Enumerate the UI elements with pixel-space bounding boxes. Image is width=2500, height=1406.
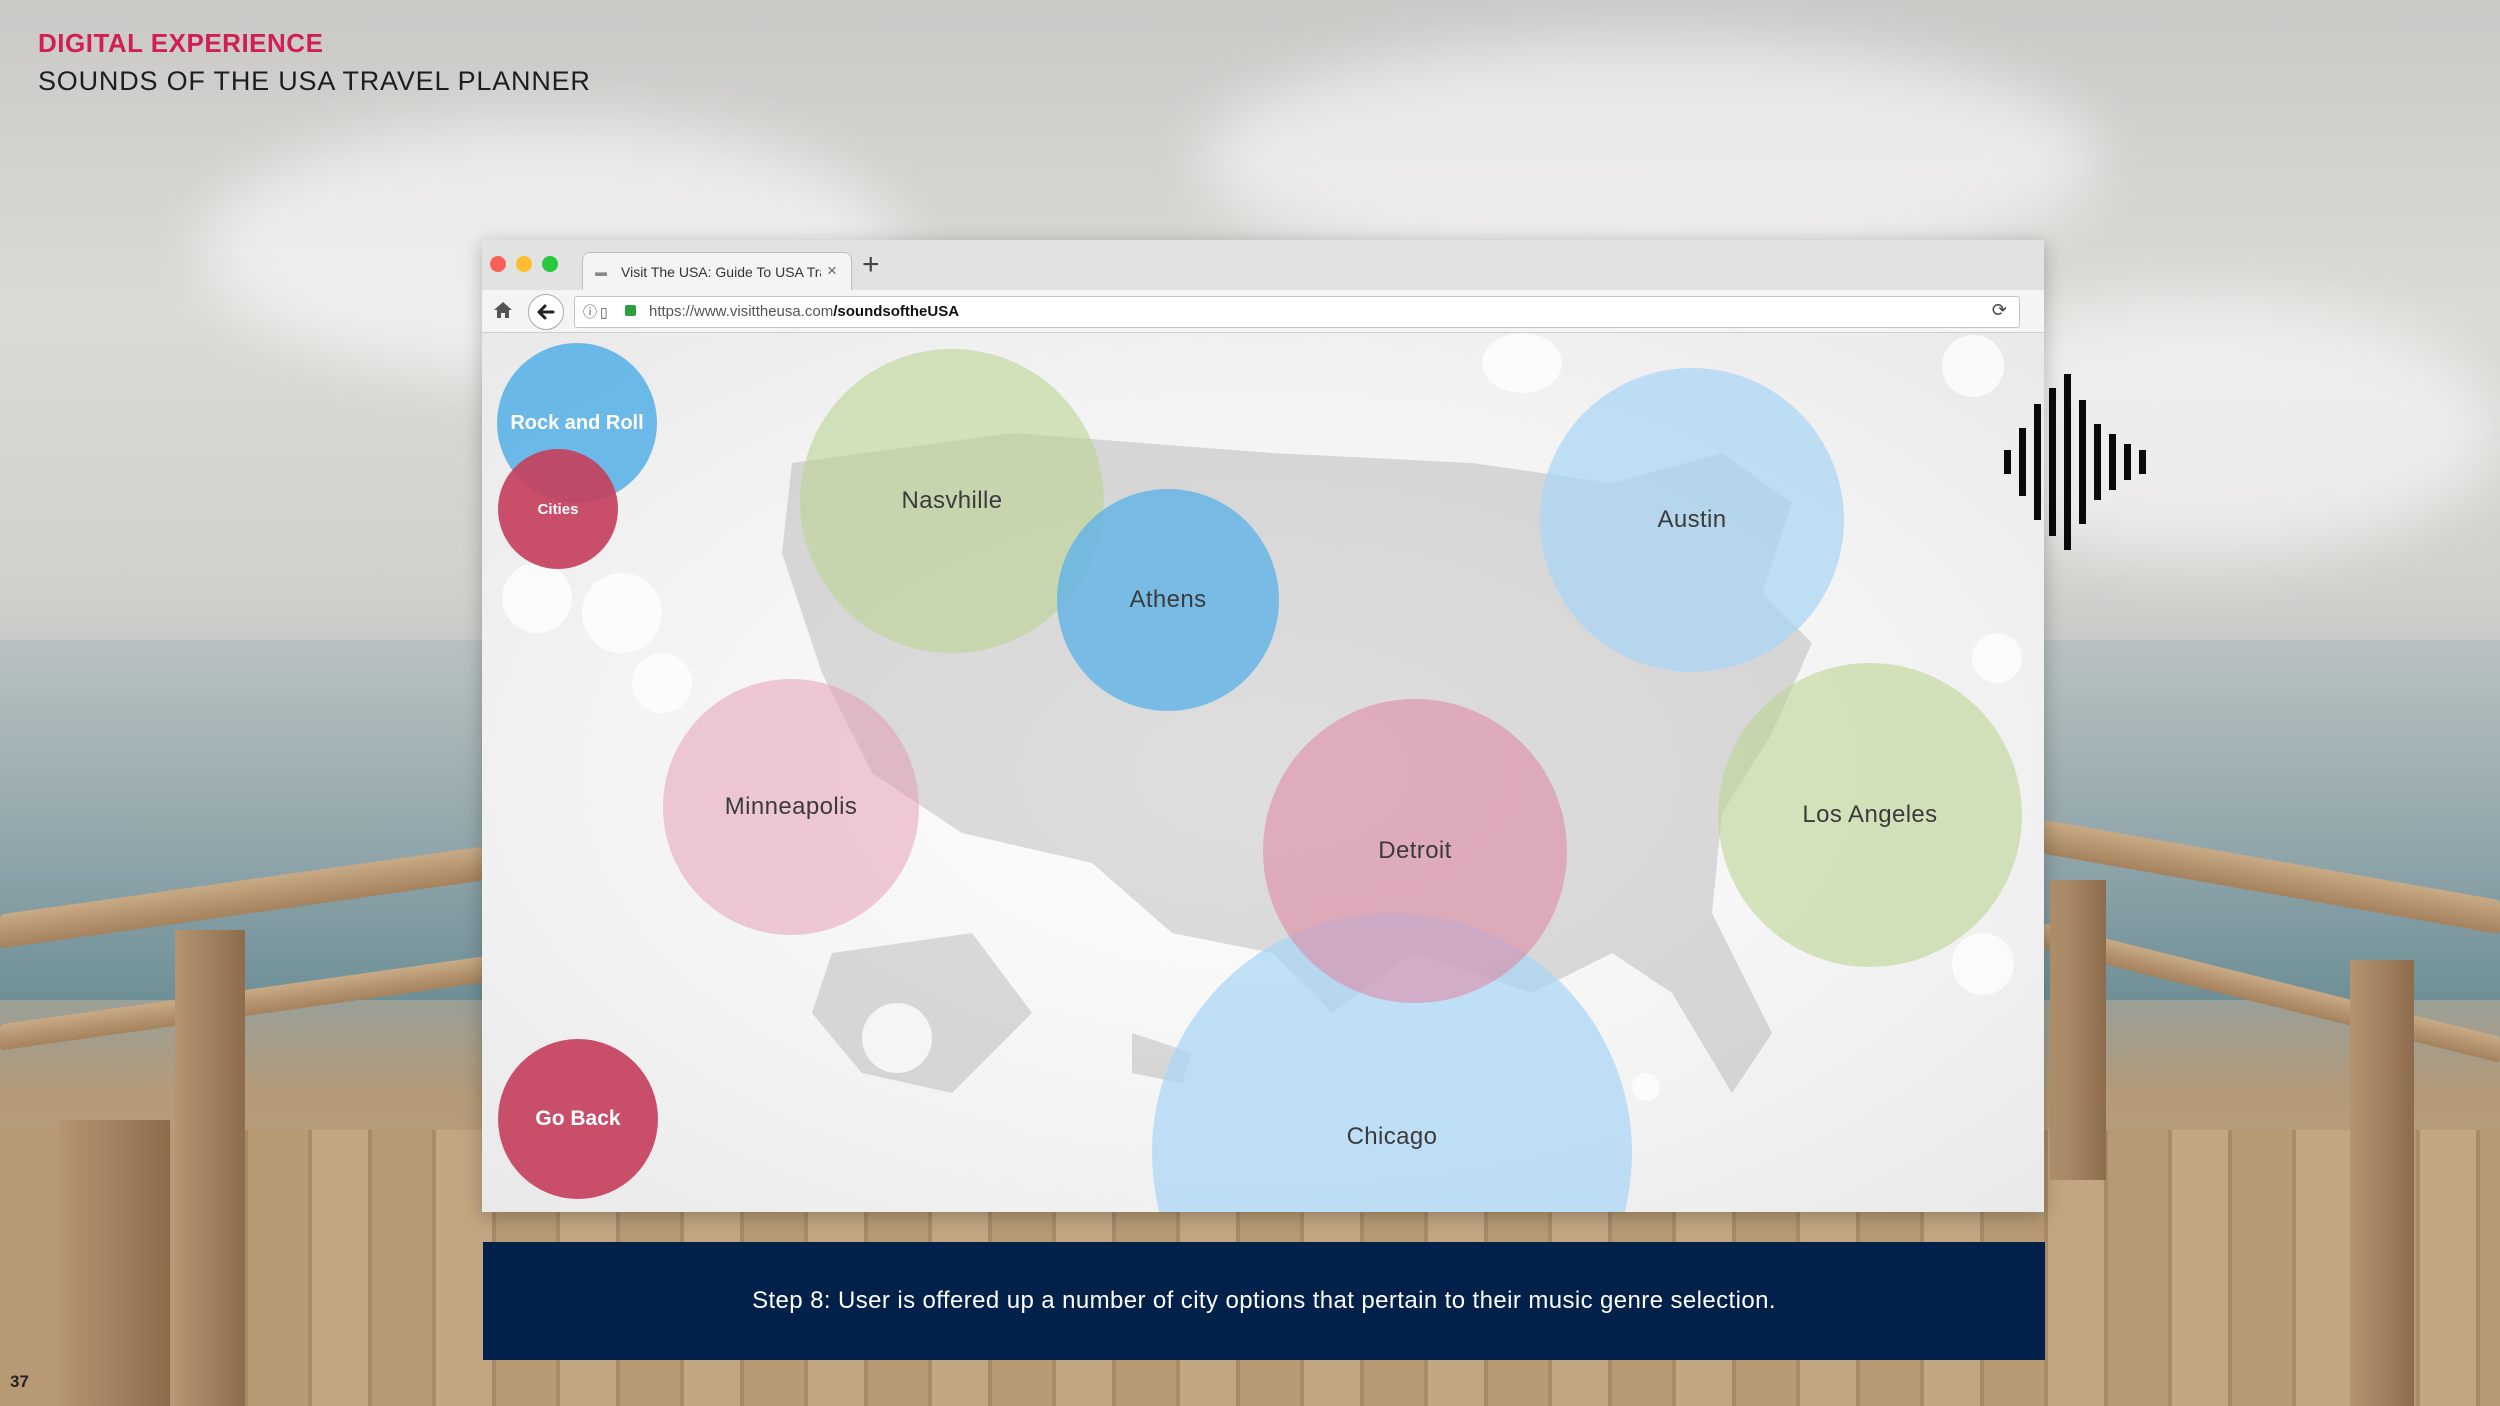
navigation-bar: ⓘ▯ https://www.visittheusa.com/soundsoft… [482,290,2044,333]
right-post [2050,880,2106,1180]
city-label: Detroit [1378,837,1452,864]
site-info-icon[interactable]: ⓘ▯ [583,302,611,322]
bokeh-light [502,563,572,633]
browser-window: ▬ Visit The USA: Guide To USA Tra × + ⓘ▯… [482,240,2044,1212]
back-button[interactable] [528,294,564,330]
bokeh-light [862,1003,932,1073]
right-post [2350,960,2414,1406]
city-label: Athens [1129,586,1207,613]
maximize-window-dot[interactable] [542,256,558,272]
lock-icon [625,305,636,316]
category-label: Cities [537,500,579,518]
arrow-left-icon [537,304,555,320]
close-window-dot[interactable] [490,256,506,272]
bokeh-light [1482,333,1562,393]
page-number: 37 [10,1372,29,1391]
city-label: Chicago [1346,1123,1438,1150]
home-icon[interactable] [492,299,514,321]
favicon-icon: ▬ [595,265,607,279]
new-tab-button[interactable]: + [862,250,880,280]
bokeh-light [1952,933,2014,995]
city-label: Los Angeles [1802,801,1938,828]
reload-icon[interactable]: ⟳ [1992,300,2007,321]
city-bubble-athens[interactable]: Athens [1057,489,1279,711]
slide-subtitle: SOUNDS OF THE USA TRAVEL PLANNER [38,66,591,96]
sound-wave-icon [2004,374,2146,550]
bokeh-light [1972,633,2022,683]
tab-bar: ▬ Visit The USA: Guide To USA Tra × + [482,240,2044,291]
url-base: https://www.visittheusa.com [649,303,834,320]
url-path: /soundsoftheUSA [833,303,960,320]
section-title: DIGITAL EXPERIENCE [38,28,324,58]
city-bubble-minneapolis[interactable]: Minneapolis [663,679,919,935]
go-back-button[interactable]: Go Back [498,1039,658,1199]
city-bubble-los-angeles[interactable]: Los Angeles [1718,663,2022,967]
bokeh-light [632,653,692,713]
url-text: https://www.visittheusa.com/soundsoftheU… [649,303,959,320]
close-tab-icon[interactable]: × [827,261,837,281]
bokeh-light [1632,1073,1660,1101]
city-label: Minneapolis [724,793,858,820]
left-post [175,930,245,1406]
minimize-window-dot[interactable] [516,256,532,272]
city-label: Austin [1657,506,1727,533]
cities-category-bubble[interactable]: Cities [498,449,618,569]
city-bubble-austin[interactable]: Austin [1540,368,1844,672]
bokeh-light [582,573,662,653]
go-back-label: Go Back [535,1107,621,1130]
address-bar[interactable]: ⓘ▯ https://www.visittheusa.com/soundsoft… [574,296,2020,328]
city-label: Nasvhille [901,487,1003,514]
step-caption: Step 8: User is offered up a number of c… [483,1242,2045,1360]
bokeh-light [1942,335,2004,397]
tab-title: Visit The USA: Guide To USA Tra [621,264,821,280]
city-bubble-detroit[interactable]: Detroit [1263,699,1567,1003]
browser-tab[interactable]: ▬ Visit The USA: Guide To USA Tra × [582,252,852,291]
left-post [60,1120,170,1406]
genre-label: Rock and Roll [510,411,644,434]
page-content: Nasvhille Athens Austin Minneapolis Chic… [482,333,2044,1212]
